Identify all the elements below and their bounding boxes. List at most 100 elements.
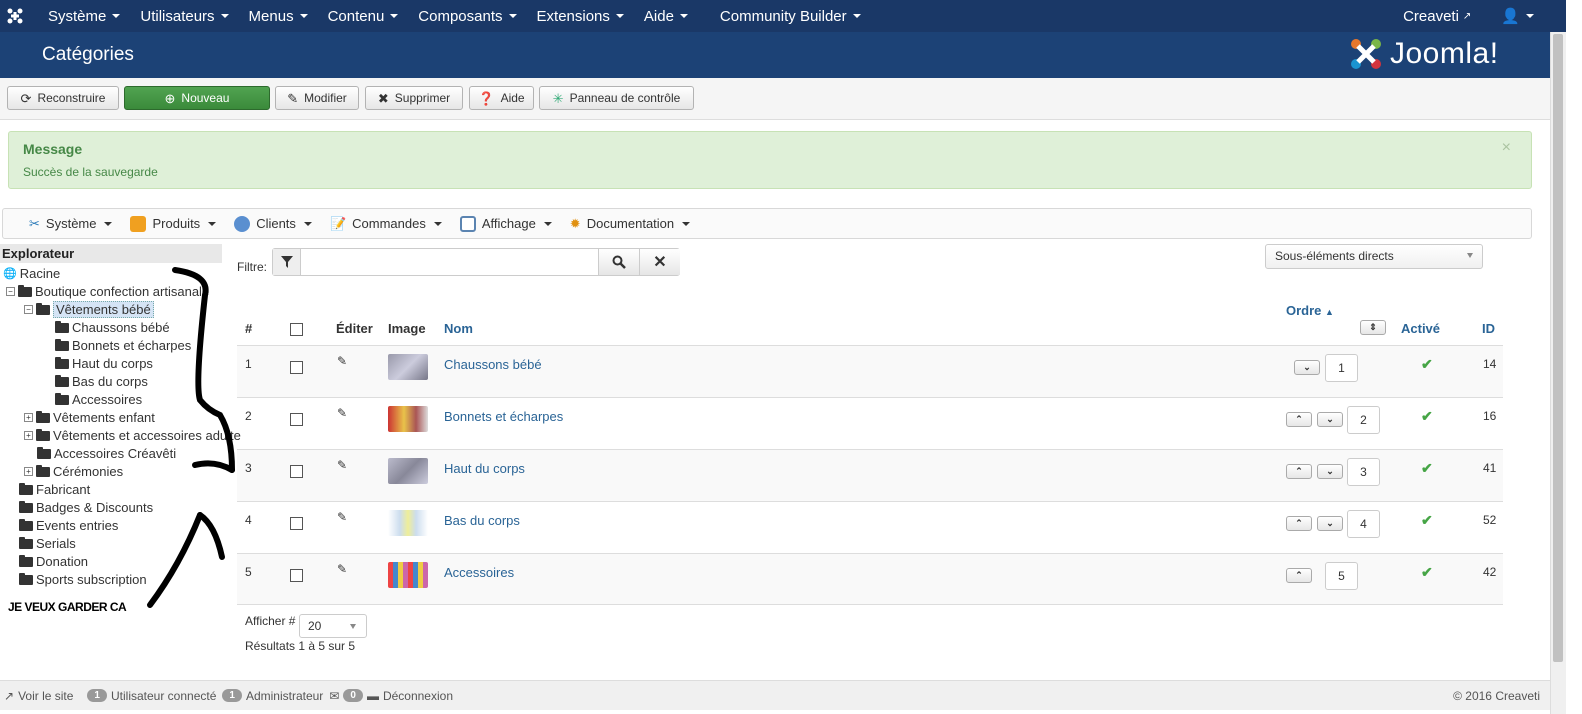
move-down-button[interactable]: ⌄ <box>1294 360 1320 375</box>
top-nav: Système Utilisateurs Menus Contenu Compo… <box>0 0 1566 32</box>
menu-system[interactable]: Système <box>38 0 130 32</box>
control-panel-button[interactable]: ✳ Panneau de contrôle <box>539 86 694 110</box>
category-name-link[interactable]: Accessoires <box>444 565 514 580</box>
menu-extensions[interactable]: Extensions <box>527 0 634 32</box>
vm-menu-system[interactable]: ✂ Système <box>29 216 113 232</box>
tree-node-tops[interactable]: Haut du corps <box>55 355 153 371</box>
edit-icon[interactable]: ✎ <box>337 458 347 472</box>
delete-button[interactable]: ✖ Supprimer <box>365 86 463 110</box>
category-name-link[interactable]: Haut du corps <box>444 461 525 476</box>
save-order-button[interactable]: ⇕ <box>1360 320 1386 335</box>
published-check-icon[interactable]: ✔ <box>1421 564 1433 581</box>
filter-input[interactable] <box>303 251 593 273</box>
search-button[interactable] <box>598 249 639 275</box>
view-site-link[interactable]: Voir le site <box>18 689 73 703</box>
edit-icon[interactable]: ✎ <box>337 406 347 420</box>
list-limit-select[interactable]: 20 <box>299 614 367 638</box>
move-down-button[interactable]: ⌄ <box>1317 464 1343 479</box>
tree-node-sports[interactable]: Sports subscription <box>19 571 147 587</box>
vm-menu-products[interactable]: Produits <box>130 215 217 232</box>
scope-select[interactable]: Sous-éléments directs <box>1265 244 1483 269</box>
col-num: # <box>245 321 253 336</box>
move-down-button[interactable]: ⌄ <box>1317 412 1343 427</box>
tree-node-ceremonies[interactable]: + Cérémonies <box>24 463 123 479</box>
messages-count-badge[interactable]: 0 <box>343 689 363 702</box>
expand-icon[interactable]: + <box>24 430 33 440</box>
col-active[interactable]: Activé <box>1401 321 1440 336</box>
tree-node-baby-clothes[interactable]: − Vêtements bébé <box>24 300 154 318</box>
col-id[interactable]: ID <box>1482 321 1495 336</box>
menu-components[interactable]: Composants <box>408 0 526 32</box>
collapse-icon[interactable]: − <box>24 304 33 314</box>
published-check-icon[interactable]: ✔ <box>1421 356 1433 373</box>
edit-icon[interactable]: ✎ <box>337 354 347 368</box>
tree-node-serials[interactable]: Serials <box>19 535 76 551</box>
collapse-icon[interactable]: − <box>6 286 15 296</box>
tree-node-kids-clothes[interactable]: + Vêtements enfant <box>24 409 155 425</box>
message-close-button[interactable]: × <box>1502 139 1511 157</box>
move-up-button[interactable]: ⌃ <box>1286 568 1312 583</box>
toolbar: ⟳ Reconstruire ⊕ Nouveau ✎ Modifier ✖ Suppri… <box>0 78 1550 120</box>
published-check-icon[interactable]: ✔ <box>1421 512 1433 529</box>
rebuild-button[interactable]: ⟳ Reconstruire <box>7 86 119 110</box>
col-order[interactable]: Ordre ▲ <box>1286 303 1334 318</box>
row-checkbox[interactable] <box>290 361 303 377</box>
expand-icon[interactable]: + <box>24 466 33 476</box>
row-checkbox[interactable] <box>290 569 303 585</box>
tree-node-events[interactable]: Events entries <box>19 517 118 533</box>
folder-icon <box>55 357 69 369</box>
vm-menu-orders[interactable]: 📝 Commandes <box>330 216 442 232</box>
move-up-button[interactable]: ⌃ <box>1286 464 1312 479</box>
vm-menu-display[interactable]: Affichage <box>459 215 552 232</box>
menu-community-builder[interactable]: Community Builder <box>710 0 871 32</box>
admins-count-badge: 1 <box>222 689 242 702</box>
order-input[interactable]: 4 <box>1347 510 1380 538</box>
users-label[interactable]: Utilisateur connecté <box>111 689 216 703</box>
category-name-link[interactable]: Bonnets et écharpes <box>444 409 563 424</box>
menu-help[interactable]: Aide <box>634 0 698 32</box>
page-scrollbar-thumb[interactable] <box>1553 34 1563 662</box>
menu-content[interactable]: Contenu <box>318 0 409 32</box>
edit-icon[interactable]: ✎ <box>337 510 347 524</box>
expand-icon[interactable]: + <box>24 412 33 422</box>
joomla-menu-icon[interactable] <box>0 0 30 32</box>
edit-icon[interactable]: ✎ <box>337 562 347 576</box>
folder-open-icon <box>18 285 32 297</box>
move-down-button[interactable]: ⌄ <box>1317 516 1343 531</box>
tree-node-manufacturer[interactable]: Fabricant <box>19 481 90 497</box>
move-up-button[interactable]: ⌃ <box>1286 412 1312 427</box>
order-input[interactable]: 5 <box>1325 562 1358 590</box>
row-checkbox[interactable] <box>290 465 303 481</box>
clear-button[interactable]: ✕ <box>639 249 680 275</box>
help-button[interactable]: ❓ Aide <box>469 86 534 110</box>
order-input[interactable]: 3 <box>1347 458 1380 486</box>
user-menu[interactable]: 👤 <box>1491 0 1544 32</box>
site-link[interactable]: Creaveti ↗ <box>1393 0 1481 32</box>
select-all-checkbox[interactable] <box>290 323 303 339</box>
published-check-icon[interactable]: ✔ <box>1421 460 1433 477</box>
menu-users[interactable]: Utilisateurs <box>130 0 238 32</box>
table-row: 2 ✎ Bonnets et écharpes ⌃ ⌄ 2 ✔ 16 <box>237 397 1503 449</box>
col-name[interactable]: Nom <box>444 321 473 336</box>
order-input[interactable]: 2 <box>1347 406 1380 434</box>
edit-button[interactable]: ✎ Modifier <box>275 86 359 110</box>
category-name-link[interactable]: Chaussons bébé <box>444 357 542 372</box>
tree-node-accessories[interactable]: Accessoires <box>55 391 142 407</box>
row-checkbox[interactable] <box>290 413 303 429</box>
move-up-button[interactable]: ⌃ <box>1286 516 1312 531</box>
row-checkbox[interactable] <box>290 517 303 533</box>
category-name-link[interactable]: Bas du corps <box>444 513 520 528</box>
menu-menus[interactable]: Menus <box>239 0 318 32</box>
published-check-icon[interactable]: ✔ <box>1421 408 1433 425</box>
new-button[interactable]: ⊕ Nouveau <box>124 86 270 110</box>
tree-node-root[interactable]: 🌐 Racine <box>3 265 60 281</box>
logout-link[interactable]: Déconnexion <box>383 689 453 703</box>
tree-node-donation[interactable]: Donation <box>19 553 88 569</box>
tree-node-bottoms[interactable]: Bas du corps <box>55 373 148 389</box>
admins-label[interactable]: Administrateur <box>246 689 323 703</box>
vm-menu-documentation[interactable]: ✹ Documentation <box>570 216 691 232</box>
tree-node-badges[interactable]: Badges & Discounts <box>19 499 153 515</box>
order-input[interactable]: 1 <box>1325 354 1358 382</box>
vm-menu-clients[interactable]: Clients <box>234 215 312 232</box>
page-title: Catégories <box>42 44 134 65</box>
